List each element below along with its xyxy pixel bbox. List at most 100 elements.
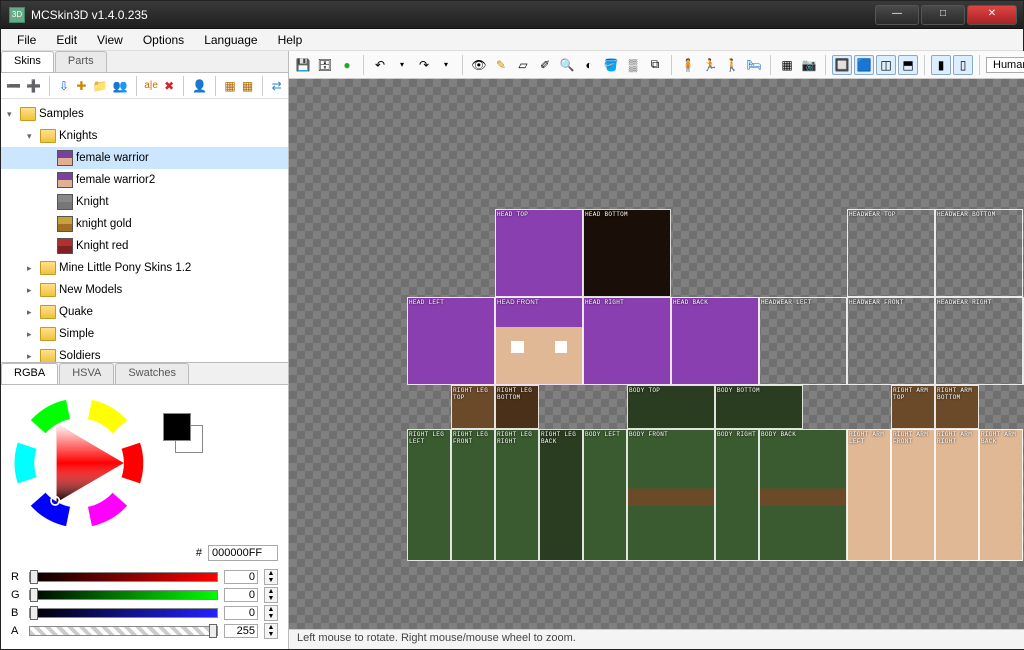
pencil-icon[interactable]: ✎ bbox=[491, 55, 511, 75]
slider-value[interactable] bbox=[224, 606, 258, 620]
slider-track[interactable] bbox=[29, 626, 218, 636]
tab-parts[interactable]: Parts bbox=[55, 51, 107, 72]
tree-root[interactable]: ▾ Samples bbox=[1, 103, 288, 125]
bucket-icon[interactable]: 🪣 bbox=[601, 55, 621, 75]
uv-cell[interactable]: RIGHT LEG BOTTOM bbox=[495, 385, 539, 429]
grid1-icon[interactable]: ▦ bbox=[223, 76, 238, 96]
layer2-icon[interactable]: ▯ bbox=[953, 55, 973, 75]
res-icon[interactable]: 👤 bbox=[191, 76, 208, 96]
upload-icon[interactable]: ● bbox=[337, 55, 357, 75]
uv-cell[interactable]: BODY LEFT bbox=[583, 429, 627, 561]
view2d-icon[interactable]: 🟦 bbox=[854, 55, 874, 75]
color-swatches[interactable] bbox=[163, 413, 203, 453]
spinner[interactable]: ▲▼ bbox=[264, 587, 278, 603]
titlebar[interactable]: 3D MCSkin3D v1.4.0.235 — □ ✕ bbox=[1, 1, 1023, 29]
slider-track[interactable] bbox=[29, 572, 218, 582]
tree-item[interactable]: Knight red bbox=[1, 235, 288, 257]
uv-cell[interactable]: BODY BOTTOM bbox=[715, 385, 803, 429]
tab-hsva[interactable]: HSVA bbox=[59, 363, 114, 384]
uv-cell[interactable]: HEADWEAR BOTTOM bbox=[935, 209, 1023, 297]
tree-item[interactable]: knight gold bbox=[1, 213, 288, 235]
collapse-icon[interactable]: ▾ bbox=[27, 131, 37, 142]
dodge-icon[interactable]: 🔍 bbox=[557, 55, 577, 75]
stamp-icon[interactable]: ⧉ bbox=[645, 55, 665, 75]
tree-item[interactable]: female warrior bbox=[1, 147, 288, 169]
slider-thumb[interactable] bbox=[30, 570, 38, 584]
new-folder-icon[interactable]: 📁 bbox=[92, 76, 109, 96]
tree-folder[interactable]: ▸New Models bbox=[1, 279, 288, 301]
menu-file[interactable]: File bbox=[7, 31, 46, 49]
zoom-in-icon[interactable]: ➕ bbox=[25, 76, 42, 96]
slider-track[interactable] bbox=[29, 608, 218, 618]
slider-value[interactable] bbox=[224, 624, 258, 638]
tree-folder[interactable]: ▸Soldiers bbox=[1, 345, 288, 362]
delete-icon[interactable]: ✖ bbox=[162, 76, 177, 96]
uv-cell[interactable]: RIGHT LEG TOP bbox=[451, 385, 495, 429]
pose4-icon[interactable]: 🛏 bbox=[744, 55, 764, 75]
rename-icon[interactable]: a|e bbox=[143, 76, 159, 96]
save-icon[interactable]: 💾 bbox=[293, 55, 313, 75]
picker-icon[interactable]: ✐ bbox=[535, 55, 555, 75]
expand-icon[interactable]: ▸ bbox=[27, 307, 37, 318]
uv-cell[interactable]: HEAD BACK bbox=[671, 297, 759, 385]
darken-icon[interactable]: ◐ bbox=[579, 55, 599, 75]
fg-color[interactable] bbox=[163, 413, 191, 441]
uv-cell[interactable]: RIGHT ARM BACK bbox=[979, 429, 1023, 561]
menu-options[interactable]: Options bbox=[133, 31, 194, 49]
slider-thumb[interactable] bbox=[209, 624, 217, 638]
slider-value[interactable] bbox=[224, 570, 258, 584]
splith-icon[interactable]: ⬒ bbox=[898, 55, 918, 75]
model-dropdown[interactable]: Human bbox=[986, 57, 1024, 73]
redo-icon[interactable]: ↷ bbox=[414, 55, 434, 75]
import-icon[interactable]: ⇩ bbox=[57, 76, 72, 96]
tab-skins[interactable]: Skins bbox=[1, 51, 54, 72]
menu-help[interactable]: Help bbox=[268, 31, 313, 49]
expand-icon[interactable]: ▸ bbox=[27, 329, 37, 340]
skin-tree[interactable]: ▾ Samples ▾ Knights female warriorfemale… bbox=[1, 99, 288, 362]
uv-cell[interactable]: HEADWEAR RIGHT bbox=[935, 297, 1023, 385]
redo-dd-icon[interactable]: ▾ bbox=[436, 55, 456, 75]
uv-cell[interactable]: RIGHT LEG BACK bbox=[539, 429, 583, 561]
tab-rgba[interactable]: RGBA bbox=[1, 363, 58, 384]
clone-icon[interactable]: 👥 bbox=[112, 76, 129, 96]
expand-icon[interactable]: ▸ bbox=[27, 263, 37, 274]
uv-cell[interactable]: RIGHT ARM BOTTOM bbox=[935, 385, 979, 429]
tree-folder-knights[interactable]: ▾ Knights bbox=[1, 125, 288, 147]
hex-input[interactable] bbox=[208, 545, 278, 561]
uv-cell[interactable]: HEAD RIGHT bbox=[583, 297, 671, 385]
color-wheel[interactable] bbox=[9, 393, 149, 533]
collapse-icon[interactable]: ▾ bbox=[7, 109, 17, 120]
expand-icon[interactable]: ▸ bbox=[27, 351, 37, 362]
uv-cell[interactable]: BODY TOP bbox=[627, 385, 715, 429]
spinner[interactable]: ▲▼ bbox=[264, 605, 278, 621]
viewport[interactable]: HEAD TOPHEAD BOTTOMHEAD LEFTHEAD FRONTHE… bbox=[289, 79, 1024, 629]
expand-icon[interactable]: ▸ bbox=[27, 285, 37, 296]
uv-cell[interactable]: HEAD FRONT bbox=[495, 297, 583, 385]
grid2-icon[interactable]: ▦ bbox=[240, 76, 255, 96]
menu-edit[interactable]: Edit bbox=[46, 31, 87, 49]
undo-dd-icon[interactable]: ▾ bbox=[392, 55, 412, 75]
uv-cell[interactable]: RIGHT ARM RIGHT bbox=[935, 429, 979, 561]
slider-thumb[interactable] bbox=[30, 606, 38, 620]
undo-icon[interactable]: ↶ bbox=[370, 55, 390, 75]
slider-track[interactable] bbox=[29, 590, 218, 600]
close-button[interactable]: ✕ bbox=[967, 5, 1017, 25]
grid-icon[interactable]: ▦ bbox=[777, 55, 797, 75]
uv-cell[interactable]: HEAD LEFT bbox=[407, 297, 495, 385]
slider-value[interactable] bbox=[224, 588, 258, 602]
uv-cell[interactable]: BODY BACK bbox=[759, 429, 847, 561]
uv-cell[interactable]: HEAD TOP bbox=[495, 209, 583, 297]
uv-cell[interactable]: RIGHT LEG LEFT bbox=[407, 429, 451, 561]
maximize-button[interactable]: □ bbox=[921, 5, 965, 25]
uv-cell[interactable]: HEAD BOTTOM bbox=[583, 209, 671, 297]
uv-cell[interactable]: BODY RIGHT bbox=[715, 429, 759, 561]
pose1-icon[interactable]: 🧍 bbox=[678, 55, 698, 75]
fetch-icon[interactable]: ⇄ bbox=[269, 76, 284, 96]
tree-folder[interactable]: ▸Mine Little Pony Skins 1.2 bbox=[1, 257, 288, 279]
pose3-icon[interactable]: 🚶 bbox=[722, 55, 742, 75]
screenshot-icon[interactable]: 📷 bbox=[799, 55, 819, 75]
tree-item[interactable]: Knight bbox=[1, 191, 288, 213]
uv-cell[interactable]: RIGHT ARM FRONT bbox=[891, 429, 935, 561]
tree-item[interactable]: female warrior2 bbox=[1, 169, 288, 191]
saveall-icon[interactable]: 🗄 bbox=[315, 55, 335, 75]
